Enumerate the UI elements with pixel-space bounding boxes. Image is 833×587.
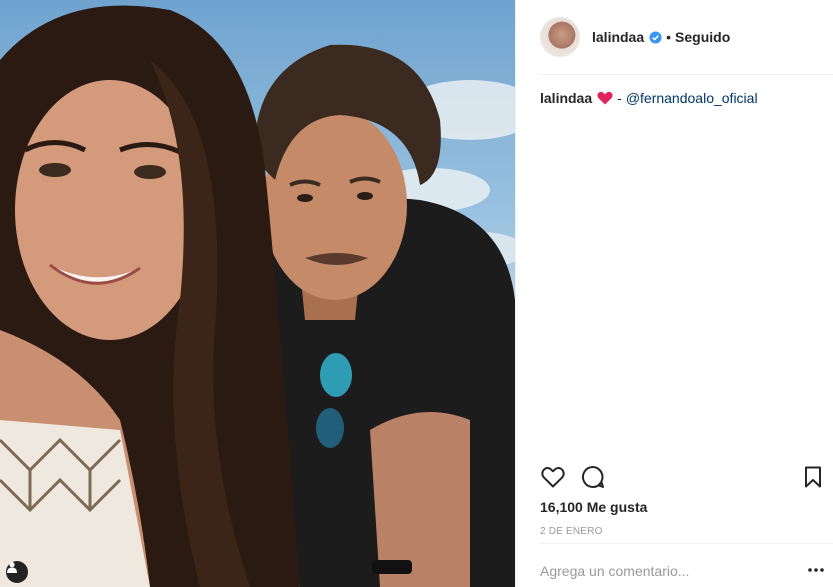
caption-separator: -: [617, 90, 622, 106]
comment-input[interactable]: [540, 558, 790, 584]
heart-outline-icon: [541, 466, 565, 488]
post-photo[interactable]: [0, 0, 515, 587]
header-divider: [540, 74, 833, 75]
person-icon: [7, 562, 17, 573]
caption-username-link[interactable]: lalindaa: [540, 89, 592, 107]
separator-dot: •: [666, 29, 672, 45]
photo-illustration: [0, 5, 515, 587]
comment-button[interactable]: [580, 464, 606, 490]
post-side-panel: lalindaa • Seguido lalindaa - @fernandoa…: [515, 0, 833, 587]
likes-count[interactable]: 16,100 Me gusta: [540, 499, 647, 515]
mention-link[interactable]: @fernandoalo_oficial: [626, 89, 758, 107]
ellipsis-icon: [808, 568, 824, 572]
speech-bubble-icon: [581, 465, 604, 488]
post-date[interactable]: 2 DE ENERO: [540, 526, 603, 537]
post-caption: lalindaa - @fernandoalo_oficial: [540, 89, 830, 107]
more-options-button[interactable]: [807, 562, 825, 578]
username-link[interactable]: lalindaa: [592, 29, 644, 45]
comment-divider: [540, 543, 833, 544]
verified-badge-icon: [649, 30, 662, 44]
avatar[interactable]: [540, 17, 580, 57]
like-button[interactable]: [540, 464, 566, 490]
follow-status-button[interactable]: Seguido: [675, 29, 730, 45]
bookmark-icon: [805, 466, 821, 488]
red-heart-emoji-icon: [597, 91, 613, 105]
save-button[interactable]: [800, 464, 826, 490]
action-bar: [540, 464, 826, 492]
user-tag-icon[interactable]: [6, 561, 28, 583]
post-header: lalindaa • Seguido: [540, 16, 826, 58]
